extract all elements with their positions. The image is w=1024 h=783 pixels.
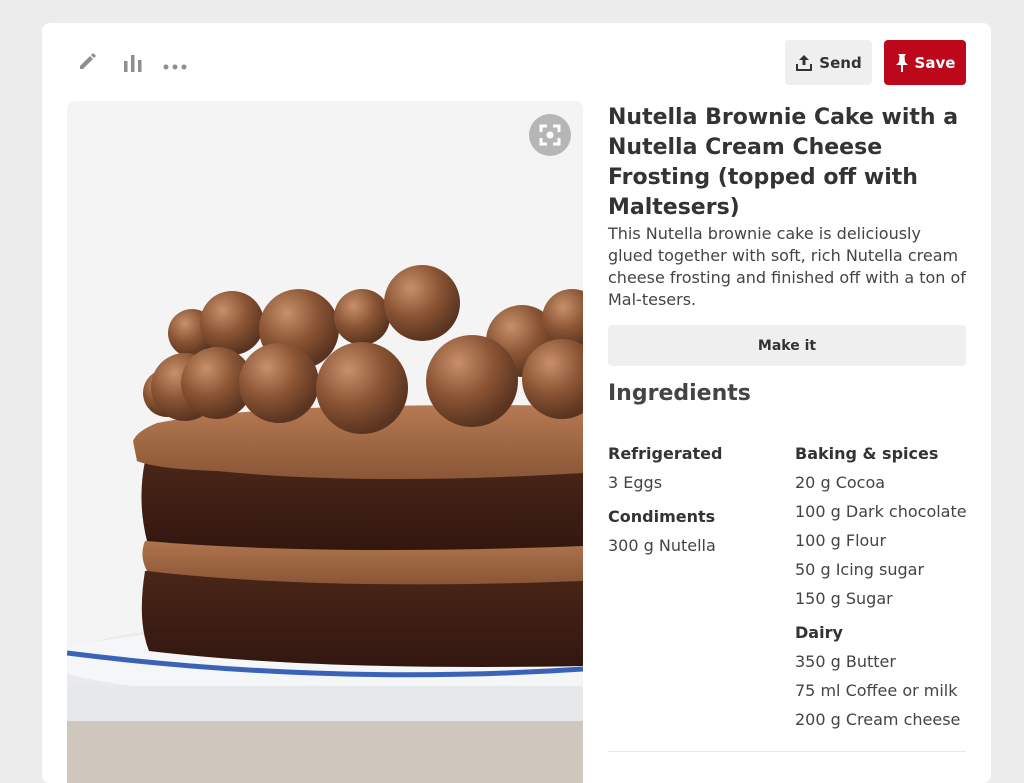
make-it-button[interactable]: Make it bbox=[608, 325, 966, 366]
ingredient-item: 75 ml Coffee or milk bbox=[795, 681, 958, 700]
pin-image[interactable] bbox=[67, 101, 583, 783]
ingredient-item: 20 g Cocoa bbox=[795, 473, 886, 492]
save-label: Save bbox=[914, 53, 956, 72]
ingredient-item: 200 g Cream cheese bbox=[795, 710, 961, 729]
ingredient-category: Condiments bbox=[608, 507, 716, 526]
ingredients-column-right: Baking & spices 20 g Cocoa 100 g Dark ch… bbox=[795, 440, 985, 734]
ingredient-item: 50 g Icing sugar bbox=[795, 560, 925, 579]
pin-icon bbox=[895, 53, 908, 72]
ellipsis-icon[interactable] bbox=[163, 57, 187, 76]
send-label: Send bbox=[819, 53, 862, 72]
pin-closeup-card: Send Save Nutella Brownie Cake with a Nu… bbox=[42, 23, 991, 783]
bar-chart-icon[interactable] bbox=[122, 52, 144, 78]
ingredient-item: 300 g Nutella bbox=[608, 536, 716, 555]
scan-icon bbox=[539, 124, 561, 146]
pin-title: Nutella Brownie Cake with a Nutella Crea… bbox=[608, 105, 959, 220]
ingredient-item: 150 g Sugar bbox=[795, 589, 893, 608]
ingredient-item: 100 g Flour bbox=[795, 531, 887, 550]
ingredient-category: Baking & spices bbox=[795, 444, 939, 463]
section-divider bbox=[608, 751, 966, 752]
cake-photo bbox=[67, 101, 583, 783]
ingredient-category: Refrigerated bbox=[608, 444, 723, 463]
pin-description: This Nutella brownie cake is deliciously… bbox=[608, 224, 966, 309]
ingredient-item: 100 g Dark chocolate bbox=[795, 502, 967, 521]
visual-search-button[interactable] bbox=[529, 114, 571, 156]
ingredient-item: 350 g Butter bbox=[795, 652, 896, 671]
upload-icon bbox=[796, 54, 813, 71]
ingredient-category: Dairy bbox=[795, 623, 843, 642]
ingredient-item: 3 Eggs bbox=[608, 473, 663, 492]
ingredients-heading: Ingredients bbox=[608, 381, 751, 406]
pencil-icon[interactable] bbox=[77, 51, 97, 75]
send-button[interactable]: Send bbox=[785, 40, 872, 85]
ingredients-column-left: Refrigerated 3 Eggs Condiments 300 g Nut… bbox=[608, 440, 788, 560]
save-button[interactable]: Save bbox=[884, 40, 966, 85]
